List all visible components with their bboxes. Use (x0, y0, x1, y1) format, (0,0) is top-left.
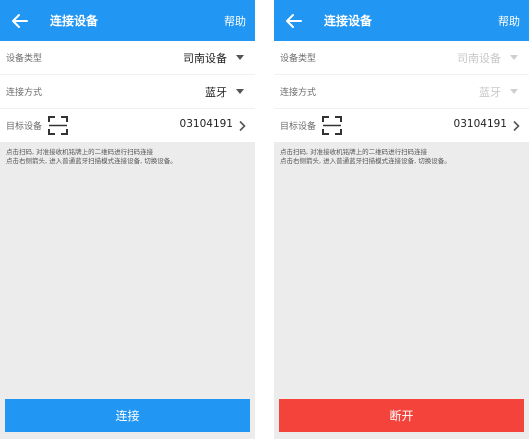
page-title: 连接设备 (324, 14, 373, 28)
help-link[interactable]: 帮助 (498, 13, 520, 29)
target-device-row[interactable]: 目标设备 03104191 (274, 109, 529, 142)
connection-method-select: 蓝牙 (479, 86, 501, 99)
page-title: 连接设备 (50, 14, 99, 28)
dropdown-caret-icon (510, 55, 518, 60)
target-device-row[interactable]: 目标设备 03104191 (0, 109, 255, 142)
hint-line-2: 点击右侧箭头, 进入普通蓝牙扫描模式连接设备, 切换设备。 (280, 157, 451, 165)
qr-scan-icon[interactable] (48, 116, 68, 135)
disconnect-button[interactable]: 断开 (279, 399, 524, 432)
instruction-text: 点击扫码, 对准接收机铭牌上的二维码进行扫码连接 点击右侧箭头, 进入普通蓝牙扫… (274, 142, 529, 166)
back-arrow-icon[interactable] (10, 11, 30, 31)
connection-method-row[interactable]: 连接方式 蓝牙 (0, 75, 255, 109)
target-device-label: 目标设备 (280, 122, 317, 132)
dropdown-caret-icon (510, 89, 518, 94)
chevron-right-icon[interactable] (511, 120, 521, 132)
target-device-value[interactable]: 03104191 (454, 118, 507, 130)
target-device-label: 目标设备 (6, 122, 43, 132)
connection-form: 设备类型 司南设备 连接方式 蓝牙 目标设备 03104191 (0, 41, 255, 142)
connect-button[interactable]: 连接 (5, 399, 250, 432)
back-arrow-icon[interactable] (284, 11, 304, 31)
connection-method-row: 连接方式 蓝牙 (274, 75, 529, 109)
device-type-select[interactable]: 司南设备 (183, 50, 227, 66)
qr-scan-icon[interactable] (322, 116, 342, 135)
hint-line-1: 点击扫码, 对准接收机铭牌上的二维码进行扫码连接 (280, 148, 428, 156)
screen-disconnect: 连接设备 帮助 设备类型 司南设备 连接方式 蓝牙 目标设备 03104191 … (274, 0, 529, 439)
connection-method-label: 连接方式 (280, 88, 317, 98)
target-device-value[interactable]: 03104191 (180, 118, 233, 130)
hint-line-2: 点击右侧箭头, 进入普通蓝牙扫描模式连接设备, 切换设备。 (6, 157, 177, 165)
connection-method-select[interactable]: 蓝牙 (205, 84, 227, 100)
device-type-label: 设备类型 (280, 54, 317, 64)
hint-line-1: 点击扫码, 对准接收机铭牌上的二维码进行扫码连接 (6, 148, 154, 156)
app-bar: 连接设备 帮助 (0, 0, 255, 41)
device-type-row[interactable]: 设备类型 司南设备 (0, 41, 255, 75)
dropdown-caret-icon[interactable] (236, 55, 244, 60)
connection-form: 设备类型 司南设备 连接方式 蓝牙 目标设备 03104191 (274, 41, 529, 142)
connection-method-label: 连接方式 (6, 88, 43, 98)
device-type-label: 设备类型 (6, 54, 43, 64)
help-link[interactable]: 帮助 (224, 13, 246, 29)
app-bar: 连接设备 帮助 (274, 0, 529, 41)
screen-connect: 连接设备 帮助 设备类型 司南设备 连接方式 蓝牙 目标设备 03104191 … (0, 0, 255, 439)
instruction-text: 点击扫码, 对准接收机铭牌上的二维码进行扫码连接 点击右侧箭头, 进入普通蓝牙扫… (0, 142, 255, 166)
device-type-select: 司南设备 (457, 52, 501, 65)
dropdown-caret-icon[interactable] (236, 89, 244, 94)
chevron-right-icon[interactable] (237, 120, 247, 132)
device-type-row: 设备类型 司南设备 (274, 41, 529, 75)
